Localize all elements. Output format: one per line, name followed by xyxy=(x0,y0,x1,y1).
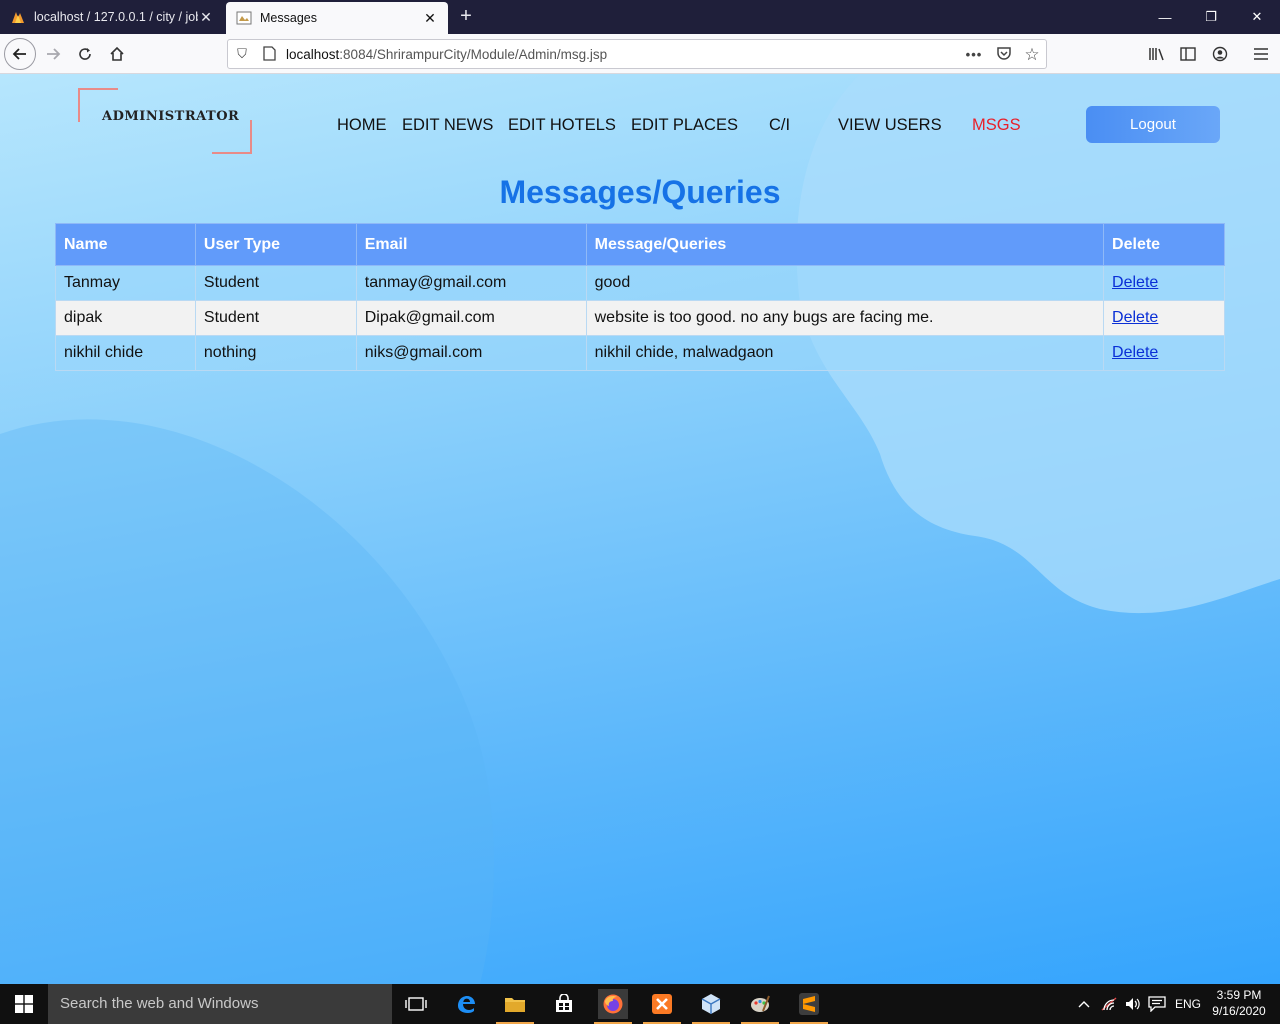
messages-table: Name User Type Email Message/Queries Del… xyxy=(55,223,1225,371)
page-title: Messages/Queries xyxy=(499,174,781,210)
nav-msgs[interactable]: MSGS xyxy=(972,116,1021,135)
cell-user-type: Student xyxy=(194,300,357,336)
new-tab-button[interactable]: + xyxy=(454,4,478,28)
tab-title: localhost / 127.0.0.1 / city / job xyxy=(34,10,198,24)
table-row: nikhil chide nothing niks@gmail.com nikh… xyxy=(55,335,1225,371)
close-window-button[interactable]: ✕ xyxy=(1234,0,1280,34)
header-delete: Delete xyxy=(1103,223,1225,266)
reload-icon xyxy=(79,48,91,60)
cell-name: nikhil chide xyxy=(55,335,196,371)
table-row: Tanmay Student tanmay@gmail.com good Del… xyxy=(55,265,1225,301)
minimize-button[interactable]: ― xyxy=(1142,0,1188,34)
cell-message: nikhil chide, malwadgaon xyxy=(585,335,1105,371)
network-icon[interactable] xyxy=(1100,984,1118,1024)
nav-view-users[interactable]: VIEW USERS xyxy=(838,116,942,135)
cell-user-type: Student xyxy=(194,265,357,301)
back-arrow-icon xyxy=(12,48,26,60)
start-button[interactable] xyxy=(0,984,48,1024)
cell-email: niks@gmail.com xyxy=(355,335,587,371)
header-email: Email xyxy=(355,223,587,266)
paint-icon[interactable] xyxy=(741,989,779,1024)
page-info-icon[interactable] xyxy=(261,46,277,62)
home-icon xyxy=(110,46,124,61)
firefox-icon[interactable] xyxy=(594,989,632,1024)
reload-button[interactable] xyxy=(71,40,99,68)
brand-logo[interactable]: ADMINISTRATOR xyxy=(78,88,252,154)
show-hidden-icons[interactable] xyxy=(1078,984,1090,1024)
virtualbox-icon[interactable] xyxy=(692,989,730,1024)
nav-home[interactable]: HOME xyxy=(337,116,387,135)
delete-link[interactable]: Delete xyxy=(1112,344,1158,361)
tab-phpmyadmin[interactable]: localhost / 127.0.0.1 / city / job ✕ xyxy=(0,0,224,34)
account-icon[interactable] xyxy=(1206,40,1234,68)
windows-logo-icon xyxy=(15,995,33,1013)
header-name: Name xyxy=(55,223,196,266)
nav-edit-places[interactable]: EDIT PLACES xyxy=(631,116,738,135)
delete-link[interactable]: Delete xyxy=(1112,274,1158,291)
header-user-type: User Type xyxy=(194,223,357,266)
page-viewport: ADMINISTRATOR HOME EDIT NEWS EDIT HOTELS… xyxy=(0,74,1280,984)
forward-button[interactable] xyxy=(39,40,67,68)
brand-text: ADMINISTRATOR xyxy=(102,109,240,124)
phpmyadmin-icon xyxy=(12,12,24,23)
bookmark-star-icon[interactable]: ☆ xyxy=(1022,45,1042,65)
notifications-icon[interactable] xyxy=(1148,984,1166,1024)
cell-user-type: nothing xyxy=(194,335,357,371)
clock-date: 9/16/2020 xyxy=(1212,1004,1266,1018)
back-button[interactable] xyxy=(4,38,36,70)
table-row: dipak Student Dipak@gmail.com website is… xyxy=(55,300,1225,336)
volume-icon[interactable] xyxy=(1124,984,1142,1024)
task-view-icon[interactable] xyxy=(401,989,431,1019)
tab-title: Messages xyxy=(260,11,317,25)
home-button[interactable] xyxy=(103,40,131,68)
sidebar-toggle-icon[interactable] xyxy=(1174,40,1202,68)
file-explorer-icon[interactable] xyxy=(496,989,534,1024)
navigation-toolbar: ⛉ localhost:8084/ShrirampurCity/Module/A… xyxy=(0,34,1280,74)
shield-icon[interactable]: ⛉ xyxy=(234,46,250,62)
taskbar-search-input[interactable]: Search the web and Windows xyxy=(48,984,392,1024)
more-actions-icon[interactable]: ••• xyxy=(964,45,984,65)
delete-link[interactable]: Delete xyxy=(1112,309,1158,326)
edge-browser-icon[interactable] xyxy=(451,989,481,1019)
sublime-text-icon[interactable] xyxy=(790,989,828,1024)
cell-email: Dipak@gmail.com xyxy=(355,300,587,336)
nav-edit-news[interactable]: EDIT NEWS xyxy=(402,116,493,135)
table-header-row: Name User Type Email Message/Queries Del… xyxy=(55,223,1225,266)
cell-message: website is too good. no any bugs are fac… xyxy=(585,300,1105,336)
page-favicon-icon xyxy=(236,11,252,25)
restore-button[interactable]: ❐ xyxy=(1188,0,1234,34)
tab-bar: localhost / 127.0.0.1 / city / job ✕ Mes… xyxy=(0,0,1280,34)
close-tab-icon[interactable]: ✕ xyxy=(422,10,438,27)
cell-email: tanmay@gmail.com xyxy=(355,265,587,301)
system-clock[interactable]: 3:59 PM 9/16/2020 xyxy=(1206,987,1272,1019)
cell-message: good xyxy=(585,265,1105,301)
logout-button[interactable]: Logout xyxy=(1086,106,1220,143)
close-tab-icon[interactable]: ✕ xyxy=(198,9,214,26)
tab-messages[interactable]: Messages ✕ xyxy=(226,2,448,34)
clock-time: 3:59 PM xyxy=(1216,988,1262,1002)
taskbar: Search the web and Windows ENG 3:59 PM 9… xyxy=(0,984,1280,1024)
url-text[interactable]: localhost:8084/ShrirampurCity/Module/Adm… xyxy=(286,47,607,62)
xampp-icon[interactable] xyxy=(643,989,681,1024)
url-bar[interactable]: ⛉ localhost:8084/ShrirampurCity/Module/A… xyxy=(227,39,1047,69)
cell-name: dipak xyxy=(55,300,196,336)
cell-name: Tanmay xyxy=(55,265,196,301)
store-icon[interactable] xyxy=(549,989,579,1019)
library-icon[interactable] xyxy=(1143,40,1171,68)
nav-ci[interactable]: C/I xyxy=(769,116,790,135)
pocket-icon[interactable] xyxy=(994,45,1014,65)
hamburger-menu-icon[interactable] xyxy=(1247,40,1275,68)
forward-arrow-icon xyxy=(47,48,61,60)
header-message: Message/Queries xyxy=(585,223,1105,266)
language-indicator[interactable]: ENG xyxy=(1175,984,1201,1024)
nav-edit-hotels[interactable]: EDIT HOTELS xyxy=(508,116,616,135)
